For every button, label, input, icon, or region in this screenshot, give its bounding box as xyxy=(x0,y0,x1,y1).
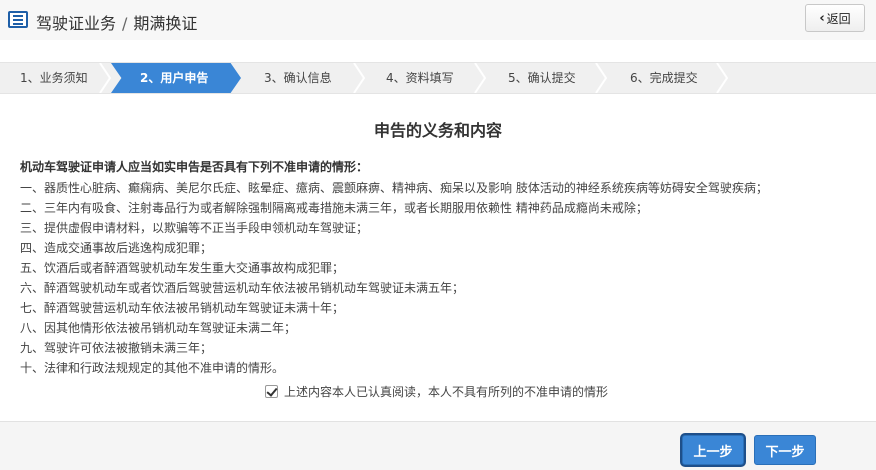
breadcrumb-page: 期满换证 xyxy=(133,14,198,33)
list-item: 二、三年内有吸食、注射毒品行为或者解除强制隔离戒毒措施未满三年，或者长期服用依赖… xyxy=(20,201,648,215)
breadcrumb-section[interactable]: 驾驶证业务 xyxy=(36,14,116,33)
breadcrumb-separator: / xyxy=(122,14,128,33)
back-button-label: 返回 xyxy=(826,11,851,26)
step-separator-icon xyxy=(352,63,366,93)
content-title: 申告的义务和内容 xyxy=(373,121,502,140)
step-separator-icon xyxy=(594,63,608,93)
previous-step-button[interactable]: 上一步 xyxy=(682,435,744,465)
declaration-list: 一、器质性心脏病、癫痫病、美尼尔氏症、眩晕症、癔病、震颤麻痹、精神病、痴呆以及影… xyxy=(20,178,768,378)
list-item: 八、因其他情形依法被吊销机动车驾驶证未满二年； xyxy=(20,321,297,335)
list-icon xyxy=(8,11,28,28)
list-item: 十、法律和行政法规规定的其他不准申请的情形。 xyxy=(20,361,285,375)
declaration-intro: 机动车驾驶证申请人应当如实申告是否具有下列不准申请的情形： xyxy=(20,160,369,174)
step-complete-submit[interactable]: 6、完成提交 xyxy=(630,63,698,93)
back-button[interactable]: ‹ 返回 xyxy=(805,4,865,32)
step-separator-icon xyxy=(715,63,729,93)
list-item: 三、提供虚假申请材料，以欺骗等不正当手段申领机动车驾驶证； xyxy=(20,221,369,235)
step-separator-icon xyxy=(473,63,487,93)
agreement-row: 上述内容本人已认真阅读，本人不具有所列的不准申请的情形 xyxy=(265,383,608,399)
next-step-button[interactable]: 下一步 xyxy=(754,435,816,465)
step-separator-icon xyxy=(98,63,112,93)
agreement-checkbox[interactable] xyxy=(265,384,278,398)
step-confirm-info[interactable]: 3、确认信息 xyxy=(264,63,332,93)
agreement-label[interactable]: 上述内容本人已认真阅读，本人不具有所列的不准申请的情形 xyxy=(284,383,608,400)
step-progress-bar: 1、业务须知 2、用户申告 3、确认信息 4、资料填写 5、确认提交 6、完成提… xyxy=(0,62,876,94)
step-business-notice[interactable]: 1、业务须知 xyxy=(20,63,88,93)
step-user-declaration[interactable]: 2、用户申告 xyxy=(140,63,208,93)
list-item: 四、造成交通事故后逃逸构成犯罪； xyxy=(20,241,213,255)
page-footer: 上一步 下一步 xyxy=(0,421,876,470)
list-item: 一、器质性心脏病、癫痫病、美尼尔氏症、眩晕症、癔病、震颤麻痹、精神病、痴呆以及影… xyxy=(20,181,768,195)
step-confirm-submit[interactable]: 5、确认提交 xyxy=(508,63,576,93)
breadcrumb: 驾驶证业务 / 期满换证 xyxy=(36,10,197,34)
list-item: 五、饮酒后或者醉酒驾驶机动车发生重大交通事故构成犯罪； xyxy=(20,261,345,275)
step-fill-materials[interactable]: 4、资料填写 xyxy=(386,63,454,93)
list-item: 六、醉酒驾驶机动车或者饮酒后驾驶营运机动车依法被吊销机动车驾驶证未满五年； xyxy=(20,281,465,295)
list-item: 九、驾驶许可依法被撤销未满三年； xyxy=(20,341,213,355)
list-item: 七、醉酒驾驶营运机动车依法被吊销机动车驾驶证未满十年； xyxy=(20,301,345,315)
page-header: 驾驶证业务 / 期满换证 ‹ 返回 xyxy=(0,0,876,40)
chevron-left-icon: ‹ xyxy=(819,10,825,26)
